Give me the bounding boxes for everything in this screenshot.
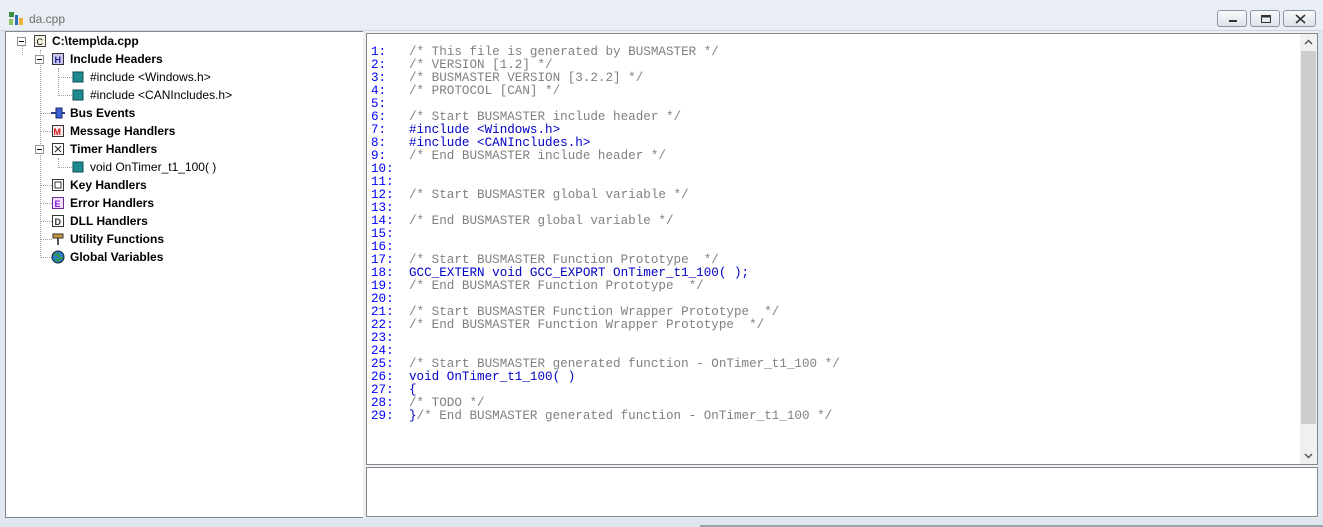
tree-node-timer-function[interactable]: void OnTimer_t1_100( ) bbox=[6, 158, 363, 176]
collapse-icon[interactable] bbox=[35, 145, 44, 154]
line-number: 29: bbox=[371, 409, 394, 423]
tree-node-include-windows[interactable]: #include <Windows.h> bbox=[6, 68, 363, 86]
line-text: }/* End BUSMASTER generated function - O… bbox=[409, 409, 833, 423]
header-icon: H bbox=[52, 53, 64, 65]
tree-node-message-handlers[interactable]: M Message Handlers bbox=[6, 122, 363, 140]
svg-text:D: D bbox=[55, 217, 62, 227]
include-item-icon bbox=[72, 71, 84, 83]
scroll-down-icon[interactable] bbox=[1300, 447, 1317, 464]
tree-node-root[interactable]: C C:\temp\da.cpp bbox=[6, 32, 363, 50]
key-handler-icon bbox=[52, 179, 64, 191]
tree-label: Bus Events bbox=[70, 106, 136, 120]
scrollbar-thumb[interactable] bbox=[1301, 51, 1316, 424]
collapse-icon[interactable] bbox=[17, 37, 26, 46]
tree-label: Utility Functions bbox=[70, 232, 164, 246]
message-handler-icon: M bbox=[52, 125, 64, 137]
tree-node-include-canincludes[interactable]: #include <CANIncludes.h> bbox=[6, 86, 363, 104]
tree-root-label: C:\temp\da.cpp bbox=[52, 34, 139, 48]
app-icon bbox=[9, 12, 23, 25]
timer-icon bbox=[52, 143, 64, 155]
title-bar: da.cpp bbox=[0, 0, 1323, 31]
line-text: void OnTimer_t1_100( ) bbox=[409, 370, 576, 384]
tree-node-include-headers[interactable]: H Include Headers bbox=[6, 50, 363, 68]
tree-label: Key Handlers bbox=[70, 178, 147, 192]
line-text: /* End BUSMASTER include header */ bbox=[409, 149, 666, 163]
svg-text:E: E bbox=[55, 199, 61, 209]
line-text: /* End BUSMASTER Function Wrapper Protot… bbox=[409, 318, 765, 332]
utility-icon bbox=[52, 233, 64, 245]
function-item-icon bbox=[72, 161, 84, 173]
tree-label: Timer Handlers bbox=[70, 142, 158, 156]
globe-icon bbox=[51, 250, 65, 264]
tree-node-error-handlers[interactable]: E Error Handlers bbox=[6, 194, 363, 212]
window-title: da.cpp bbox=[29, 12, 66, 26]
tree-node-bus-events[interactable]: Bus Events bbox=[6, 104, 363, 122]
code-editor[interactable]: 1:/* This file is generated by BUSMASTER… bbox=[366, 33, 1318, 465]
svg-text:H: H bbox=[55, 55, 62, 65]
tree-node-dll-handlers[interactable]: D DLL Handlers bbox=[6, 212, 363, 230]
dll-handler-icon: D bbox=[52, 215, 64, 227]
cpp-file-icon: C bbox=[34, 35, 46, 47]
tree-node-global-variables[interactable]: Global Variables bbox=[6, 248, 363, 266]
tree-label: Include Headers bbox=[70, 52, 163, 66]
output-pane[interactable] bbox=[366, 467, 1318, 517]
line-text: /* End BUSMASTER Function Prototype */ bbox=[409, 279, 704, 293]
scroll-up-icon[interactable] bbox=[1300, 34, 1317, 51]
svg-text:M: M bbox=[54, 127, 62, 137]
svg-text:C: C bbox=[37, 37, 44, 47]
error-handler-icon: E bbox=[52, 197, 64, 209]
tree-node-utility-functions[interactable]: Utility Functions bbox=[6, 230, 363, 248]
status-area bbox=[0, 518, 1323, 527]
tree-label: DLL Handlers bbox=[70, 214, 148, 228]
line-text: /* PROTOCOL [CAN] */ bbox=[409, 84, 561, 98]
tree-node-timer-handlers[interactable]: Timer Handlers bbox=[6, 140, 363, 158]
minimize-button[interactable] bbox=[1217, 10, 1247, 27]
line-text: /* End BUSMASTER global variable */ bbox=[409, 214, 674, 228]
maximize-button[interactable] bbox=[1250, 10, 1280, 27]
tree-label: #include <Windows.h> bbox=[90, 70, 211, 84]
include-item-icon bbox=[72, 89, 84, 101]
minimize-icon bbox=[1229, 20, 1237, 22]
close-icon bbox=[1295, 14, 1306, 24]
line-text: /* Start BUSMASTER global variable */ bbox=[409, 188, 689, 202]
tree-label: Global Variables bbox=[70, 250, 164, 264]
tree-label: Error Handlers bbox=[70, 196, 155, 210]
tree-node-key-handlers[interactable]: Key Handlers bbox=[6, 176, 363, 194]
bus-events-icon bbox=[51, 107, 65, 119]
vertical-scrollbar[interactable] bbox=[1300, 34, 1317, 464]
restore-icon bbox=[1261, 15, 1271, 23]
tree-label: #include <CANIncludes.h> bbox=[90, 88, 233, 102]
tree-label: void OnTimer_t1_100( ) bbox=[90, 160, 217, 174]
close-button[interactable] bbox=[1283, 10, 1316, 27]
tree-label: Message Handlers bbox=[70, 124, 176, 138]
function-tree[interactable]: C C:\temp\da.cpp H Include Headers #incl… bbox=[5, 31, 364, 518]
collapse-icon[interactable] bbox=[35, 55, 44, 64]
